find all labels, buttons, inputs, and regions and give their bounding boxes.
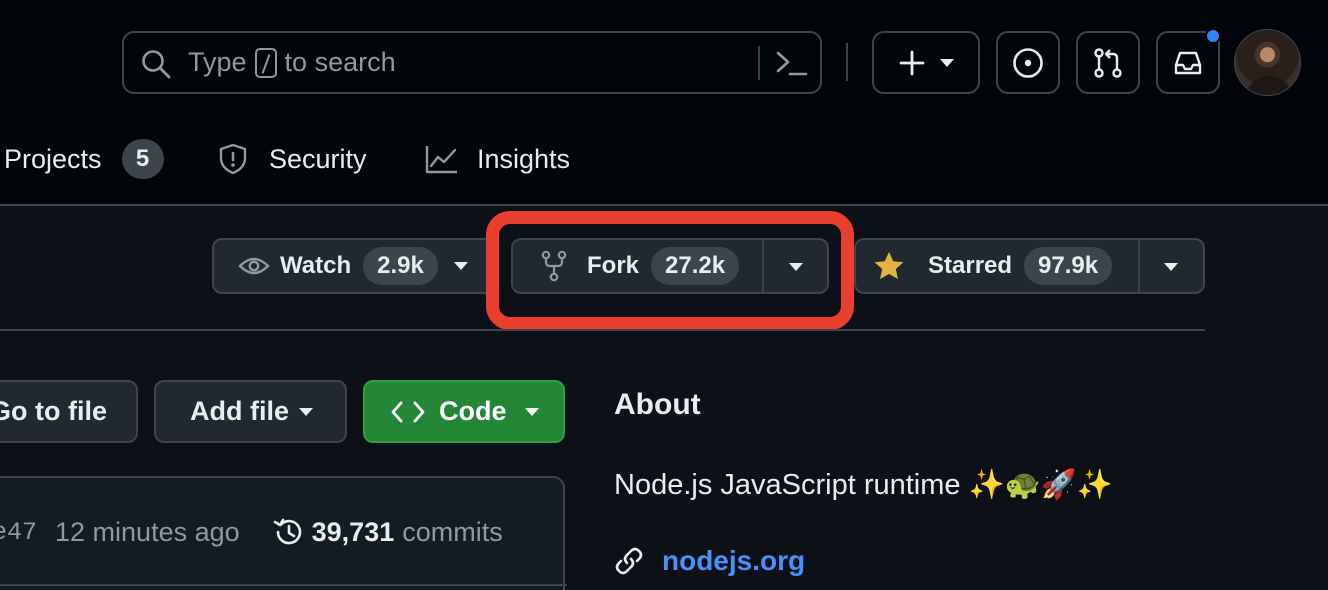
star-count: 97.9k — [1024, 247, 1113, 285]
tab-projects[interactable]: Projects 5 — [4, 128, 164, 190]
notification-dot — [1205, 28, 1221, 44]
search-divider — [758, 46, 760, 80]
fork-label: Fork — [587, 252, 640, 279]
pull-requests-icon — [1094, 47, 1122, 78]
tab-security[interactable]: Security — [217, 128, 367, 190]
global-header: Type to search Projects 5 Security Insig… — [0, 0, 1328, 206]
link-icon — [615, 547, 643, 575]
chevron-down-icon[interactable] — [789, 263, 803, 271]
fork-dropdown-divider — [762, 240, 764, 292]
tab-security-label: Security — [269, 143, 367, 174]
search-placeholder: Type to search — [188, 33, 396, 92]
repo-forked-icon — [541, 250, 567, 282]
pull-requests-button[interactable] — [1076, 31, 1140, 94]
history-icon — [273, 518, 301, 545]
code-label: Code — [439, 396, 507, 426]
latest-commit-row: e47 12 minutes ago 39,731 commits — [0, 514, 503, 550]
github-repo-page: Type to search Projects 5 Security Insig… — [0, 0, 1328, 590]
star-icon — [874, 252, 904, 279]
watch-label: Watch — [280, 252, 352, 279]
chevron-down-icon[interactable] — [453, 262, 468, 270]
graph-icon — [425, 146, 457, 174]
chevron-down-icon — [524, 407, 539, 416]
watch-button[interactable]: Watch 2.9k — [212, 238, 496, 294]
chevron-down-icon — [299, 407, 313, 416]
add-file-label: Add file — [190, 396, 289, 426]
code-button[interactable]: Code — [363, 380, 565, 443]
fork-button[interactable]: Fork 27.2k — [511, 238, 829, 294]
about-description: Node.js JavaScript runtime ✨🐢🚀✨ — [614, 469, 1114, 501]
search-placeholder-pre: Type — [188, 47, 247, 77]
star-dropdown-divider — [1138, 240, 1140, 292]
user-avatar[interactable] — [1234, 29, 1301, 96]
commit-hash[interactable]: e47 — [0, 518, 37, 547]
tab-insights-label: Insights — [477, 143, 571, 174]
command-palette-icon[interactable] — [774, 47, 810, 79]
create-new-button[interactable] — [872, 31, 980, 94]
latest-commit-box: e47 12 minutes ago 39,731 commits — [0, 476, 567, 590]
chevron-down-icon — [940, 58, 954, 67]
shield-icon — [219, 143, 247, 175]
website-link[interactable]: nodejs.org — [662, 545, 805, 577]
issues-button[interactable] — [996, 31, 1060, 94]
eye-icon — [238, 257, 270, 275]
repo-content: Watch 2.9k Fork 27.2k Starred 97.9k Go t… — [0, 206, 1328, 590]
slash-key-hint — [254, 47, 277, 78]
tab-projects-counter: 5 — [121, 139, 164, 179]
chevron-down-icon[interactable] — [1164, 263, 1178, 271]
plus-icon — [899, 50, 925, 75]
inbox-icon — [1174, 51, 1202, 74]
about-heading: About — [614, 388, 701, 421]
code-icon — [391, 401, 425, 422]
search-icon — [142, 50, 171, 79]
commit-time: 12 minutes ago — [55, 516, 240, 547]
search-placeholder-post: to search — [284, 47, 396, 77]
tab-projects-label: Projects — [4, 143, 102, 174]
commit-count[interactable]: 39,731 — [312, 517, 395, 548]
watch-count: 2.9k — [363, 247, 438, 285]
website-link-row: nodejs.org — [614, 542, 805, 580]
add-file-button[interactable]: Add file — [154, 380, 347, 443]
star-button[interactable]: Starred 97.9k — [854, 238, 1205, 294]
issues-icon — [1013, 47, 1043, 78]
fork-count: 27.2k — [651, 247, 740, 285]
go-to-file-button[interactable]: Go to file — [0, 380, 138, 443]
header-divider — [846, 43, 848, 81]
avatar-figure — [1245, 76, 1293, 95]
actions-divider — [0, 329, 1205, 331]
star-label: Starred — [928, 252, 1013, 279]
tab-insights[interactable]: Insights — [425, 128, 570, 190]
commit-box-divider — [0, 584, 567, 586]
go-to-file-label: Go to file — [0, 396, 107, 426]
search-input[interactable]: Type to search — [122, 31, 822, 94]
commits-label[interactable]: commits — [402, 517, 503, 548]
